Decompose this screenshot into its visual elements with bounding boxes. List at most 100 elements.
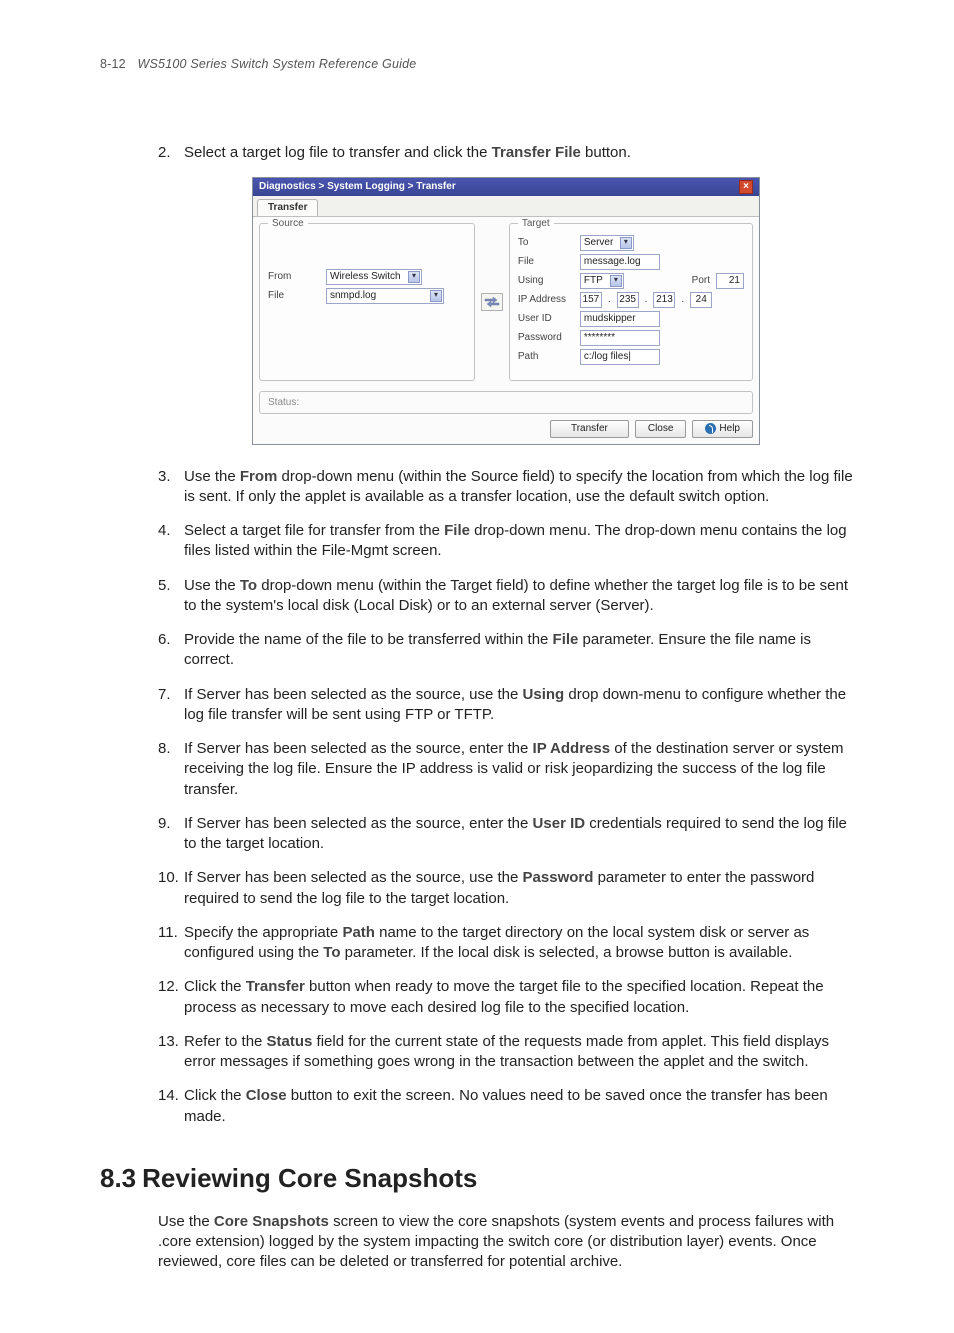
ip-octet-4[interactable]: 24 — [690, 292, 712, 308]
step-body: Use the From drop-down menu (within the … — [184, 467, 854, 508]
legend-target: Target — [518, 217, 554, 231]
label-ip: IP Address — [518, 293, 574, 307]
source-file-select[interactable]: snmpd.log▾ — [326, 288, 444, 304]
dialog-screenshot: Diagnostics > System Logging > Transfer … — [252, 177, 760, 445]
step-body: Provide the name of the file to be trans… — [184, 630, 854, 671]
target-file-input[interactable]: message.log — [580, 254, 660, 270]
label-using: Using — [518, 274, 574, 288]
term-to: To — [323, 944, 340, 961]
step-body: If Server has been selected as the sourc… — [184, 868, 854, 909]
step-7: 7. If Server has been selected as the so… — [158, 685, 854, 726]
term-core-snapshots: Core Snapshots — [214, 1213, 329, 1230]
transfer-arrow-icon — [481, 293, 503, 311]
from-select[interactable]: Wireless Switch▾ — [326, 269, 422, 285]
label-to: To — [518, 236, 574, 250]
page-number: 8-12 — [100, 57, 126, 71]
term-status: Status — [267, 1033, 313, 1050]
chevron-down-icon: ▾ — [610, 275, 622, 287]
port-input[interactable]: 21 — [716, 273, 744, 289]
chevron-down-icon: ▾ — [430, 290, 442, 302]
label-password: Password — [518, 331, 574, 345]
step-14: 14. Click the Close button to exit the s… — [158, 1086, 854, 1127]
step-number: 5. — [158, 576, 184, 617]
label-source-file: File — [268, 289, 320, 303]
step-body: Select a target log file to transfer and… — [184, 143, 854, 163]
step-number: 6. — [158, 630, 184, 671]
step-number: 14. — [158, 1086, 184, 1127]
step-body: Refer to the Status field for the curren… — [184, 1032, 854, 1073]
close-button[interactable]: Close — [635, 420, 687, 438]
fieldset-source: Source From Wireless Switch▾ File snmpd.… — [259, 223, 475, 381]
step-number: 12. — [158, 977, 184, 1018]
step-9: 9. If Server has been selected as the so… — [158, 814, 854, 855]
close-icon[interactable]: × — [739, 180, 753, 194]
help-icon — [705, 423, 716, 434]
step-list: 2. Select a target log file to transfer … — [158, 143, 854, 1127]
label-port: Port — [692, 274, 710, 288]
step-8: 8. If Server has been selected as the so… — [158, 739, 854, 800]
step-number: 2. — [158, 143, 184, 163]
section-heading: 8.3Reviewing Core Snapshots — [100, 1161, 854, 1196]
label-path: Path — [518, 350, 574, 364]
path-input[interactable]: c:/log files| — [580, 349, 660, 365]
running-header: 8-12 WS5100 Series Switch System Referen… — [100, 56, 854, 73]
term-close: Close — [246, 1087, 287, 1104]
ip-octet-2[interactable]: 235 — [617, 292, 639, 308]
using-select[interactable]: FTP▾ — [580, 273, 624, 289]
label-userid: User ID — [518, 312, 574, 326]
term-transfer: Transfer — [246, 978, 305, 995]
step-body: If Server has been selected as the sourc… — [184, 739, 854, 800]
tab-transfer[interactable]: Transfer — [257, 199, 318, 216]
step-5: 5. Use the To drop-down menu (within the… — [158, 576, 854, 617]
step-number: 8. — [158, 739, 184, 800]
status-field: Status: — [259, 391, 753, 415]
dialog-button-row: Transfer Close Help — [253, 420, 759, 444]
step-body: Click the Transfer button when ready to … — [184, 977, 854, 1018]
step-number: 9. — [158, 814, 184, 855]
step-4: 4. Select a target file for transfer fro… — [158, 521, 854, 562]
step-2: 2. Select a target log file to transfer … — [158, 143, 854, 163]
userid-input[interactable]: mudskipper — [580, 311, 660, 327]
step-body: Click the Close button to exit the scree… — [184, 1086, 854, 1127]
step-number: 11. — [158, 923, 184, 964]
password-input[interactable]: ******** — [580, 330, 660, 346]
dialog-tabrow: Transfer — [253, 196, 759, 217]
step-number: 3. — [158, 467, 184, 508]
legend-source: Source — [268, 217, 308, 231]
step-number: 13. — [158, 1032, 184, 1073]
help-button[interactable]: Help — [692, 420, 753, 438]
transfer-button[interactable]: Transfer — [550, 420, 629, 438]
step-body: Select a target file for transfer from t… — [184, 521, 854, 562]
chevron-down-icon: ▾ — [408, 271, 420, 283]
term-ip-address: IP Address — [533, 740, 611, 757]
ip-octet-1[interactable]: 157 — [580, 292, 602, 308]
step-10: 10. If Server has been selected as the s… — [158, 868, 854, 909]
term-user-id: User ID — [533, 815, 586, 832]
step-body: If Server has been selected as the sourc… — [184, 685, 854, 726]
label-target-file: File — [518, 255, 574, 269]
dialog-breadcrumb: Diagnostics > System Logging > Transfer — [259, 180, 456, 194]
step-number: 4. — [158, 521, 184, 562]
step-11: 11. Specify the appropriate Path name to… — [158, 923, 854, 964]
dialog-titlebar: Diagnostics > System Logging > Transfer … — [253, 178, 759, 196]
step-body: Specify the appropriate Path name to the… — [184, 923, 854, 964]
label-from: From — [268, 270, 320, 284]
header-title: WS5100 Series Switch System Reference Gu… — [138, 57, 417, 71]
step-6: 6. Provide the name of the file to be tr… — [158, 630, 854, 671]
page: 8-12 WS5100 Series Switch System Referen… — [0, 0, 954, 1333]
section-number: 8.3 — [100, 1163, 136, 1193]
ip-octet-3[interactable]: 213 — [653, 292, 675, 308]
term-to: To — [240, 577, 257, 594]
to-select[interactable]: Server▾ — [580, 235, 634, 251]
step-number: 7. — [158, 685, 184, 726]
term-from: From — [240, 468, 278, 485]
step-number: 10. — [158, 868, 184, 909]
step-12: 12. Click the Transfer button when ready… — [158, 977, 854, 1018]
section-body: Use the Core Snapshots screen to view th… — [158, 1212, 854, 1273]
step-body: If Server has been selected as the sourc… — [184, 814, 854, 855]
step-3: 3. Use the From drop-down menu (within t… — [158, 467, 854, 508]
term-transfer-file: Transfer File — [492, 144, 581, 161]
term-password: Password — [523, 869, 594, 886]
step-body: Use the To drop-down menu (within the Ta… — [184, 576, 854, 617]
term-using: Using — [523, 686, 565, 703]
